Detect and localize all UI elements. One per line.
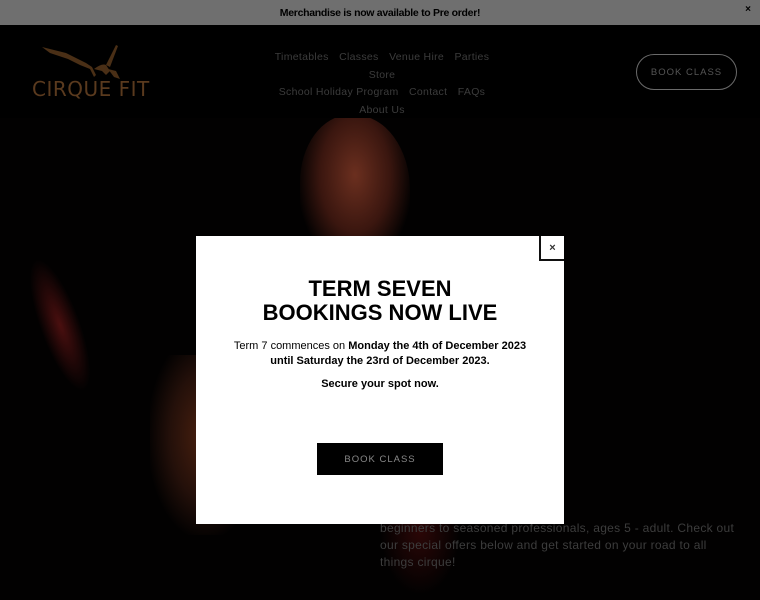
nav-store[interactable]: Store (369, 69, 396, 81)
modal-book-class-button[interactable]: BOOK CLASS (317, 443, 443, 475)
nav-about-us[interactable]: About Us (359, 104, 405, 116)
nav-timetables[interactable]: Timetables (275, 51, 329, 63)
nav-faqs[interactable]: FAQs (458, 86, 485, 98)
nav-school-holiday-program[interactable]: School Holiday Program (279, 86, 399, 98)
modal-line1-prefix: Term 7 commences on (233, 340, 349, 352)
site-header: CIRQUE FIT Timetables Classes Venue Hire… (0, 25, 760, 118)
hero-image-silk (17, 252, 103, 398)
main-nav: Timetables Classes Venue Hire Parties St… (262, 48, 502, 118)
logo[interactable]: CIRQUE FIT (32, 41, 150, 101)
announcement-close-icon[interactable]: × (745, 5, 751, 15)
announcement-text: Merchandise is now available to Pre orde… (279, 6, 481, 19)
term-bookings-modal: × TERM SEVEN BOOKINGS NOW LIVE Term 7 co… (196, 236, 564, 524)
nav-contact[interactable]: Contact (409, 86, 447, 98)
aerialist-silhouette-icon (42, 45, 120, 79)
nav-venue-hire[interactable]: Venue Hire (389, 51, 444, 63)
header-book-class-button[interactable]: BOOK CLASS (636, 54, 737, 90)
announcement-bar: Merchandise is now available to Pre orde… (0, 0, 760, 25)
modal-line1-date: Monday the 4th of December 2023 (348, 340, 527, 352)
modal-line2: until Saturday the 23rd of December 2023… (270, 354, 490, 367)
modal-close-icon[interactable]: × (539, 236, 564, 261)
logo-text: CIRQUE FIT (32, 77, 150, 101)
modal-secure-text: Secure your spot now. (321, 378, 439, 390)
modal-dates: Term 7 commences on Monday the 4th of De… (196, 339, 564, 368)
modal-title: TERM SEVEN BOOKINGS NOW LIVE (262, 276, 498, 325)
nav-parties[interactable]: Parties (454, 51, 489, 63)
nav-classes[interactable]: Classes (339, 51, 378, 63)
